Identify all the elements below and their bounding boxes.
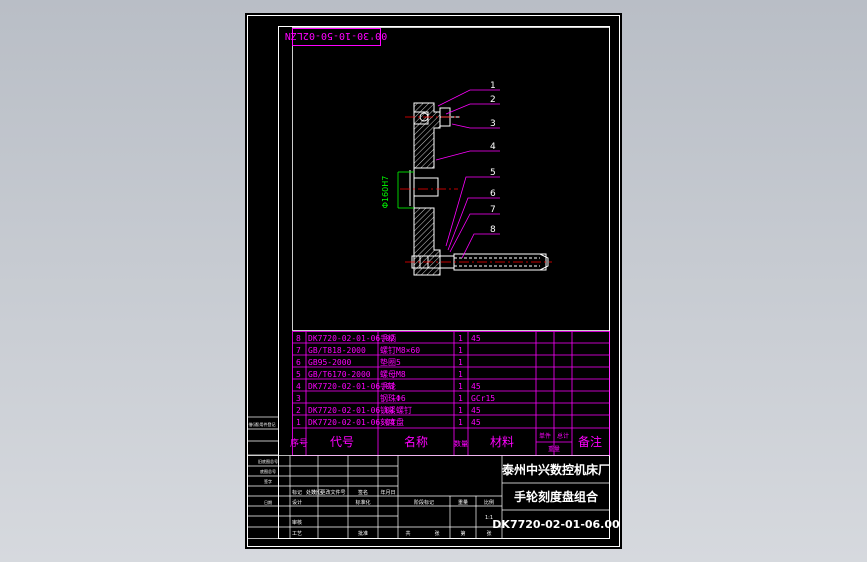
bom-cell-code: GB/T6170-2000 — [308, 370, 371, 379]
bom-cell-name: 垫圈5 — [380, 357, 401, 367]
bom-cell-name: 刻度盘 — [380, 417, 404, 427]
bom-header-code: 代号 — [330, 435, 354, 449]
balloon-7: 7 — [490, 205, 496, 215]
balloon-3: 3 — [490, 119, 496, 129]
label-weight: 重量 — [458, 499, 468, 506]
bom-cell-material: GCr15 — [471, 394, 495, 403]
bom-header-single: 单件 — [539, 432, 551, 440]
bom-cell-no: 5 — [296, 370, 301, 379]
bom-cell-qty: 1 — [458, 418, 463, 427]
bom-cell-no: 6 — [296, 358, 301, 367]
bom-cell-name: 螺母M8 — [380, 369, 406, 379]
bom-cell-code: GB/T818-2000 — [308, 346, 366, 355]
balloon-2: 2 — [490, 95, 496, 105]
bom-cell-no: 8 — [296, 334, 301, 343]
label-process: 工艺 — [292, 531, 302, 537]
label-review: 审核 — [292, 519, 302, 526]
bom-cell-no: 3 — [296, 394, 301, 403]
bom-cell-qty: 1 — [458, 358, 463, 367]
balloon-8: 8 — [490, 225, 496, 235]
label-mark: 标记 — [292, 489, 302, 496]
label-sheet-a: 张 — [434, 530, 439, 537]
drawing-sheet[interactable]: 00'30-10-50-02LZN Φ160H7 1 2 3 4 5 6 7 8… — [0, 0, 867, 562]
label-date: 年月日 — [380, 489, 395, 496]
bom-cell-qty: 1 — [458, 370, 463, 379]
drawing-name: 手轮刻度盘组合 — [514, 489, 599, 504]
stub-sign: 签字 — [264, 478, 272, 484]
label-total: 共 — [405, 530, 410, 537]
bom-cell-material: 45 — [471, 334, 481, 343]
bom-cell-name: 钢珠Φ6 — [380, 393, 406, 403]
company-name: 泰州中兴数控机床厂 — [501, 462, 610, 477]
bom-cell-name: 螺钉M8×60 — [380, 345, 420, 355]
drawing-number: DK7720-02-01-06.00 — [492, 518, 620, 531]
balloon-5: 5 — [490, 168, 496, 178]
label-of: 第 — [460, 530, 465, 537]
scale-value: 1:1 — [485, 515, 493, 521]
bom-cell-no: 2 — [296, 406, 301, 415]
label-scale: 比例 — [484, 499, 494, 506]
bom-cell-name: 锁紧螺钉 — [380, 405, 412, 415]
dimension-label: Φ160H7 — [381, 176, 390, 209]
bom-cell-qty: 1 — [458, 382, 463, 391]
label-approve: 批准 — [358, 530, 368, 537]
bom-cell-material: 45 — [471, 382, 481, 391]
cad-viewport[interactable]: 00'30-10-50-02LZN Φ160H7 1 2 3 4 5 6 7 8… — [0, 0, 867, 562]
bom-cell-no: 4 — [296, 382, 301, 391]
balloon-4: 4 — [490, 142, 496, 152]
bom-header-remark: 备注 — [578, 434, 602, 449]
bom-cell-code: GB95-2000 — [308, 358, 352, 367]
label-design: 设计 — [292, 499, 302, 506]
stub-base-drawing: 底图总号 — [260, 468, 276, 474]
bom-header-material: 材料 — [490, 435, 514, 449]
bom-cell-no: 7 — [296, 346, 301, 355]
stub-common-register: 借(通)用件登记 — [248, 421, 275, 427]
balloon-6: 6 — [490, 189, 496, 199]
label-standardize: 标准化 — [355, 499, 370, 506]
bom-cell-name: 手柄 — [380, 333, 396, 343]
bom-cell-material: 45 — [471, 418, 481, 427]
label-sign: 签名 — [358, 489, 368, 496]
bom-cell-qty: 1 — [458, 334, 463, 343]
stub-date: 日期 — [264, 499, 272, 505]
bom-header-no: 序号 — [290, 437, 308, 449]
balloon-1: 1 — [490, 81, 496, 91]
bom-cell-name: 手轮 — [380, 381, 396, 391]
bom-cell-material: 45 — [471, 406, 481, 415]
bom-cell-no: 1 — [296, 418, 301, 427]
label-sheet-b: 张 — [486, 530, 491, 537]
bom-cell-qty: 1 — [458, 346, 463, 355]
label-stage: 阶段标记 — [414, 499, 434, 506]
bom-cell-qty: 1 — [458, 394, 463, 403]
bom-cell-qty: 1 — [458, 406, 463, 415]
bom-header-total: 总计 — [557, 432, 569, 440]
bom-header-qty: 数量 — [454, 439, 468, 448]
label-change-doc: 更改文件号 — [320, 489, 345, 496]
bom-header-weight: 重量 — [548, 445, 560, 453]
bom-header-name: 名称 — [404, 434, 428, 449]
stub-old-drawing: 旧底图总号 — [258, 458, 278, 464]
code-box-text: 00'30-10-50-02LZN — [285, 30, 387, 41]
